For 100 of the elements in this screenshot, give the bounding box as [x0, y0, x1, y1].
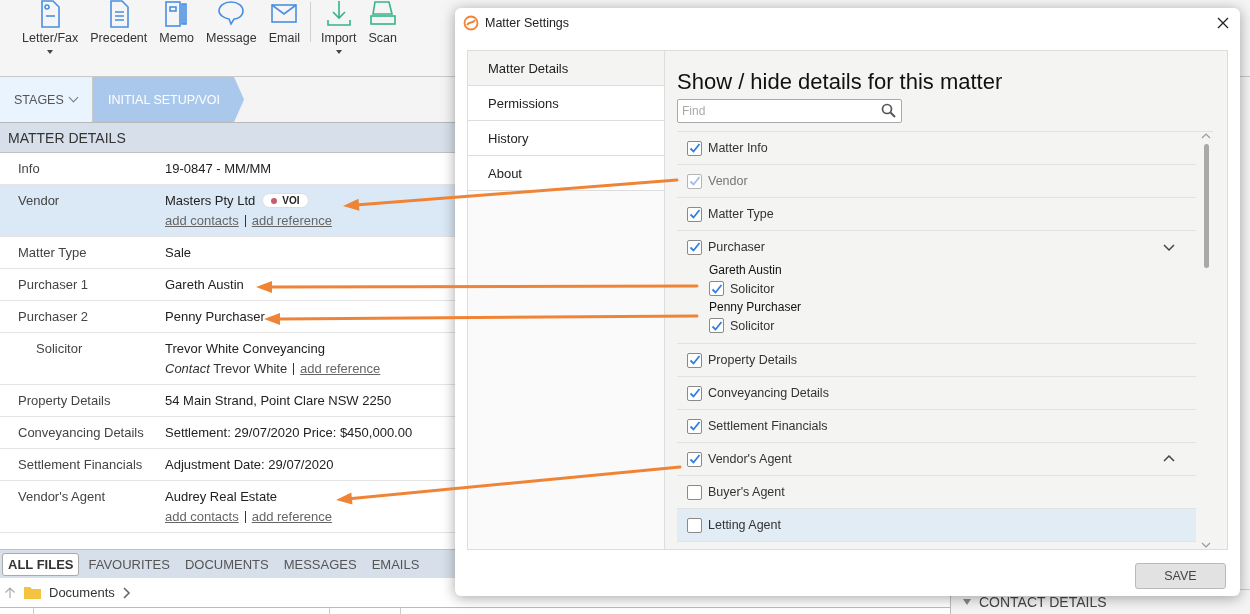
toolbar-button[interactable]: Memo	[153, 0, 200, 45]
toolbar-button[interactable]: Precedent	[84, 0, 154, 45]
detail-row[interactable]: Matter Type Sale	[0, 237, 455, 269]
checkbox[interactable]	[687, 352, 702, 368]
option-label: Letting Agent	[708, 518, 782, 532]
checkbox[interactable]	[687, 239, 702, 255]
tab[interactable]: FAVOURITES	[82, 552, 176, 576]
field-label: Purchaser 1	[17, 277, 90, 292]
up-arrow-icon[interactable]	[4, 586, 16, 599]
list-row[interactable]: Vendor's Agent	[677, 443, 1196, 476]
contact-text: Contact Trevor White	[165, 361, 288, 376]
field-value: Gareth Austin	[165, 277, 244, 292]
caret-icon[interactable]	[963, 599, 971, 605]
checkbox[interactable]	[709, 281, 724, 296]
checkbox[interactable]	[687, 517, 702, 533]
notebook-icon	[163, 0, 190, 28]
checkbox[interactable]	[687, 451, 702, 467]
panel-heading: Show / hide details for this matter	[677, 69, 1004, 95]
scrollbar-thumb[interactable]	[1203, 144, 1209, 268]
save-button[interactable]: SAVE	[1135, 563, 1226, 589]
field-label: Vendor's Agent	[17, 489, 107, 506]
link[interactable]: add contacts	[165, 213, 239, 228]
chevron-right-icon[interactable]	[122, 586, 131, 599]
checkbox[interactable]	[687, 385, 702, 401]
speech-bubble-icon	[217, 0, 246, 28]
field-value: 19-0847 - MM/MM	[165, 161, 272, 176]
list-row[interactable]: Settlement Financials	[677, 410, 1196, 443]
option-label: Purchaser	[708, 240, 766, 254]
stages-dropdown[interactable]: STAGES	[0, 77, 93, 122]
field-label: Info	[17, 161, 41, 176]
option-label: Conveyancing Details	[708, 386, 830, 400]
detail-row[interactable]: Settlement Financials Adjustment Date: 29/07/2020	[0, 449, 455, 481]
checkbox[interactable]	[709, 318, 724, 333]
nav-item[interactable]: About	[468, 156, 664, 191]
dialog-title: Matter Settings	[485, 16, 571, 30]
list-row[interactable]: Conveyancing Details	[677, 377, 1196, 410]
field-value: Masters Pty Ltd	[165, 193, 256, 208]
option-label: Solicitor	[730, 318, 775, 333]
link[interactable]: add reference	[300, 361, 381, 376]
toolbar-button[interactable]: Scan	[362, 0, 403, 45]
field-value: Audrey Real Estate	[165, 489, 277, 504]
tab[interactable]: DOCUMENTS	[178, 552, 275, 576]
status-badge: VOI	[262, 193, 309, 208]
field-label: Matter Type	[17, 245, 88, 260]
logo-icon	[463, 15, 479, 31]
checkbox[interactable]	[687, 484, 702, 500]
field-label: Property Details	[17, 393, 112, 408]
field-value: 54 Main Strand, Point Clare NSW 2250	[165, 393, 392, 408]
scanner-icon	[368, 0, 397, 28]
scroll-up-icon[interactable]	[1201, 132, 1211, 140]
option-label: Buyer's Agent	[708, 485, 786, 499]
field-label: Solicitor	[35, 341, 84, 358]
download-icon	[324, 0, 353, 28]
toolbar-button[interactable]: Import	[315, 0, 363, 54]
checkbox[interactable]	[687, 140, 702, 156]
close-button[interactable]	[1216, 16, 1230, 30]
tab[interactable]: EMAILS	[365, 552, 426, 576]
field-value: Sale	[165, 245, 192, 260]
list-row[interactable]: Matter Info	[677, 132, 1196, 165]
breadcrumb-folder[interactable]: Documents	[49, 585, 115, 600]
link[interactable]: add contacts	[165, 509, 239, 524]
toolbar-button[interactable]: Letter/Fax	[16, 0, 85, 54]
field-value: Trevor White Conveyancing	[165, 341, 325, 356]
search-icon	[881, 103, 896, 118]
field-label: Conveyancing Details	[17, 425, 145, 440]
section-title: MATTER DETAILS	[8, 129, 126, 146]
section-title: CONTACT DETAILS	[979, 594, 1107, 610]
list-row[interactable]: Matter Type	[677, 198, 1196, 231]
toolbar-button[interactable]: Message	[200, 0, 263, 45]
search-field[interactable]: Find	[677, 99, 902, 123]
field-value: Penny Purchaser	[165, 309, 265, 324]
nav-item[interactable]: Permissions	[468, 86, 664, 121]
option-label: Vendor's Agent	[708, 452, 793, 466]
option-label: Property Details	[708, 353, 798, 367]
link[interactable]: add reference	[251, 213, 332, 228]
link[interactable]: add reference	[251, 509, 332, 524]
tab[interactable]: ALL FILES	[2, 552, 80, 576]
tab[interactable]: MESSAGES	[277, 552, 363, 576]
option-label: Solicitor	[730, 281, 775, 296]
option-label: Matter Type	[708, 207, 775, 221]
field-label: Vendor	[17, 193, 61, 210]
folder-icon	[24, 586, 41, 599]
detail-row[interactable]: Solicitor Trevor White Conveyancing Contact Trevor White add reference	[0, 333, 455, 385]
option-label: Vendor	[708, 174, 749, 188]
field-label: Purchaser 2	[17, 309, 90, 324]
detail-row[interactable]: Property Details 54 Main Strand, Point Clare NSW 2250	[0, 385, 455, 417]
scroll-down-icon[interactable]	[1201, 541, 1211, 549]
field-value: Settlement: 29/07/2020 Price: $450,000.00	[165, 425, 413, 440]
list-row[interactable]: Property Details	[677, 344, 1196, 377]
detail-row[interactable]: Conveyancing Details Settlement: 29/07/2020 Price: $450,000.00	[0, 417, 455, 449]
checkbox[interactable]	[687, 206, 702, 222]
checkbox[interactable]	[687, 418, 702, 434]
list-row[interactable]: Letting Agent	[677, 509, 1196, 542]
field-value: Adjustment Date: 29/07/2020	[165, 457, 334, 472]
list-row[interactable]: Purchaser Gareth Austin Solicitor Penny Purchaser Solicitor	[677, 231, 1196, 344]
nav-item[interactable]: History	[468, 121, 664, 156]
toolbar-button[interactable]: Email	[262, 0, 306, 45]
option-label: Settlement Financials	[708, 419, 829, 433]
detail-row[interactable]: Vendor Masters Pty Ltd VOI add contacts add reference	[0, 185, 455, 237]
nav-item[interactable]: Matter Details	[468, 51, 664, 86]
